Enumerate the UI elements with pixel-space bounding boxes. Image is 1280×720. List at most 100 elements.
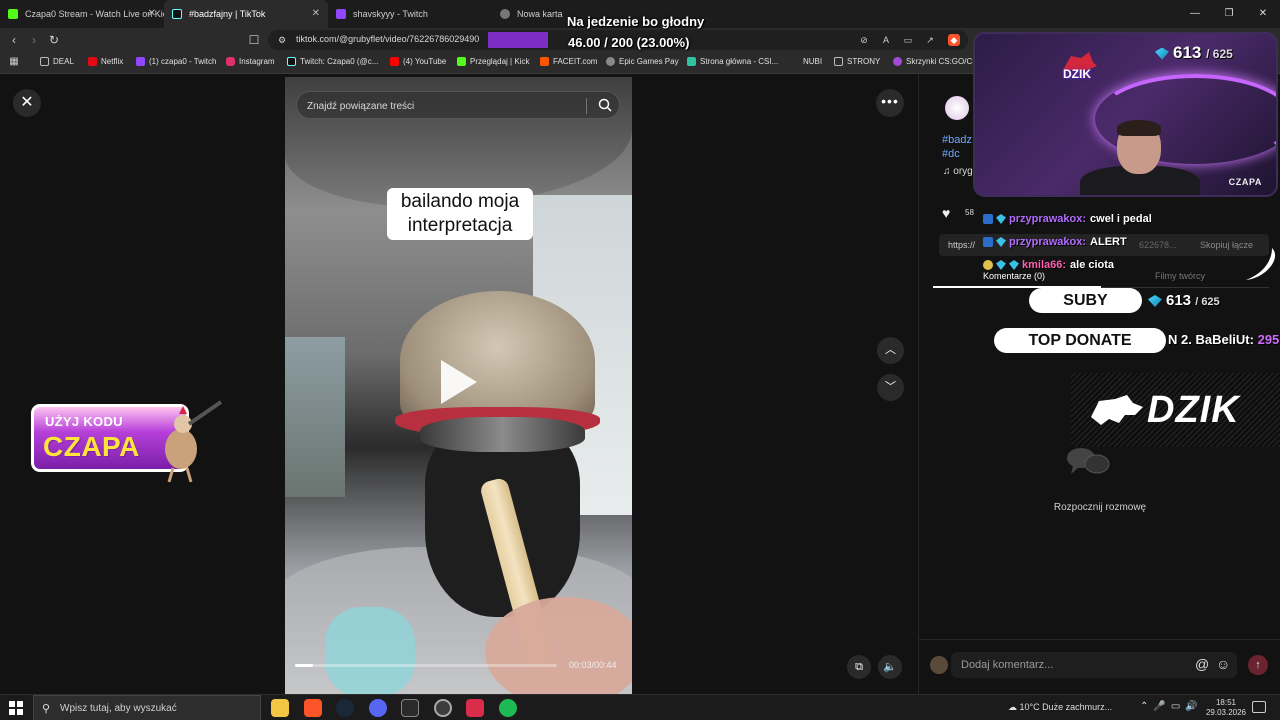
- bookmark-icon[interactable]: ☐: [246, 32, 262, 48]
- epic-games-icon[interactable]: [401, 699, 419, 717]
- windows-taskbar: ⚲ Wpisz tutaj, aby wyszukać ☁ 10°C Duże …: [0, 694, 1280, 720]
- restore-icon[interactable]: ❐: [1212, 0, 1246, 28]
- close-video-button[interactable]: ✕: [13, 89, 41, 117]
- chat-line: przyprawakox: ALERT: [983, 234, 1127, 250]
- video-time: 00:03/00:44: [569, 660, 617, 670]
- chat-user: przyprawakox:: [1009, 236, 1087, 248]
- clock-date: 29.03.2026: [1205, 708, 1247, 717]
- search-icon[interactable]: [597, 97, 613, 113]
- brave-shield-icon[interactable]: ◆: [948, 34, 960, 46]
- bookmark-nubi[interactable]: NUBI: [803, 57, 822, 66]
- pip-button[interactable]: ⧉: [847, 655, 871, 679]
- window-close-icon[interactable]: ✕: [1246, 0, 1280, 28]
- chat-message: cwel i pedal: [1090, 213, 1152, 225]
- tab-close-icon[interactable]: ✕: [148, 8, 156, 19]
- sound-label[interactable]: ♫ oryg: [943, 166, 973, 177]
- notifications-icon[interactable]: [1252, 701, 1266, 713]
- bookmark-label: FACEIT.com: [553, 57, 598, 66]
- brave-icon[interactable]: [304, 699, 322, 717]
- related-search-input[interactable]: [307, 98, 577, 114]
- volume-button[interactable]: 🔈: [878, 655, 902, 679]
- bookmark-youtube[interactable]: (4) YouTube: [390, 57, 446, 66]
- more-options-button[interactable]: •••: [876, 89, 904, 117]
- bookmark-label: NUBI: [803, 57, 823, 66]
- caption-line: interpretacja: [407, 215, 513, 236]
- minimize-icon[interactable]: —: [1178, 0, 1212, 28]
- bookmark-kick[interactable]: Przeglądaj | Kick: [457, 57, 529, 66]
- bookmark-netflix[interactable]: Netflix: [88, 57, 123, 66]
- tab-twitch[interactable]: shavskyyy - Twitch: [328, 0, 492, 28]
- twitch-icon: [136, 57, 145, 66]
- bookmark-deal[interactable]: DEAL: [40, 57, 74, 66]
- reload-icon[interactable]: ↻: [46, 32, 62, 48]
- system-tray[interactable]: ⌃🎤▭🔊: [1140, 701, 1203, 712]
- tiktok-icon: [287, 57, 296, 66]
- heart-icon[interactable]: ♥: [942, 205, 950, 221]
- tab-label: Czapa0 Stream - Watch Live on Kick: [25, 9, 164, 19]
- screen: Czapa0 Stream - Watch Live on Kick ✕ #ba…: [0, 0, 1280, 720]
- affinity-icon[interactable]: [466, 699, 484, 717]
- gem-icon: [1155, 47, 1169, 60]
- taskbar-search[interactable]: ⚲ Wpisz tutaj, aby wyszukać: [33, 695, 261, 720]
- faceit-icon: [540, 57, 549, 66]
- steam-icon[interactable]: [336, 699, 354, 717]
- folder-icon: [834, 57, 843, 66]
- site-info-icon[interactable]: ⚙: [276, 34, 288, 46]
- emoji-icon[interactable]: ☺: [1216, 656, 1230, 672]
- bookmark-tiktok[interactable]: Twitch: Czapa0 (@c...: [287, 57, 378, 66]
- next-video-button[interactable]: ﹀: [877, 374, 904, 401]
- clock[interactable]: 18:51 29.03.2026: [1204, 698, 1248, 718]
- previous-video-button[interactable]: ︿: [877, 337, 904, 364]
- hashtag[interactable]: #badz: [942, 133, 972, 147]
- gem-icon: [996, 214, 1006, 224]
- search-icon: ⚲: [42, 703, 51, 715]
- file-explorer-icon[interactable]: [271, 699, 289, 717]
- chrome-icon[interactable]: [434, 699, 452, 717]
- tab-kick[interactable]: Czapa0 Stream - Watch Live on Kick ✕: [0, 0, 164, 28]
- comment-input[interactable]: [961, 657, 1181, 673]
- bookmark-label: Instagram: [239, 57, 275, 66]
- gem-icon: [1148, 295, 1162, 308]
- discord-icon[interactable]: [369, 699, 387, 717]
- back-icon[interactable]: ‹: [6, 32, 22, 48]
- extension-icon[interactable]: ⊘: [858, 34, 870, 46]
- forward-icon[interactable]: ›: [26, 32, 42, 48]
- video-progress-fill: [295, 664, 314, 667]
- tab-close-icon[interactable]: ✕: [312, 8, 320, 19]
- bookmark-skrzynki[interactable]: Skrzynki CS:GO/CS...: [893, 57, 984, 66]
- tiktok-favicon-icon: [172, 9, 182, 19]
- bookmark-epic[interactable]: Epic Games Pay: [606, 57, 679, 66]
- badge-icon: [983, 214, 993, 224]
- translate-icon[interactable]: A: [880, 34, 892, 46]
- bookmark-csi[interactable]: Strona główna - CSI...: [687, 57, 778, 66]
- instagram-icon: [226, 57, 235, 66]
- windows-start-icon[interactable]: [9, 701, 23, 715]
- subs-goal-label: SUBY: [1029, 288, 1142, 313]
- bookmark-twitch[interactable]: (1) czapa0 - Twitch: [136, 57, 216, 66]
- bookmark-label: (4) YouTube: [403, 57, 447, 66]
- share-link-tail: 622678...: [1139, 240, 1177, 250]
- tab-creator-videos[interactable]: Filmy twórcy: [1155, 271, 1205, 281]
- bookmark-strony[interactable]: STRONY: [834, 57, 880, 66]
- mention-icon[interactable]: @: [1195, 656, 1209, 672]
- spotify-icon[interactable]: [499, 699, 517, 717]
- video-player[interactable]: bailando moja interpretacja 00:03/00:44: [285, 77, 632, 694]
- skrzynki-icon: [893, 57, 902, 66]
- play-icon[interactable]: [441, 360, 477, 404]
- apps-grid-icon[interactable]: ▦: [6, 54, 22, 70]
- creator-avatar[interactable]: [945, 96, 969, 120]
- tab-label: #badzfajny | TikTok: [189, 9, 266, 19]
- tab-label: shavskyyy - Twitch: [353, 9, 428, 19]
- cam-logo-text: DZIK: [1063, 67, 1091, 81]
- hashtag[interactable]: #dc: [942, 147, 972, 161]
- tab-tiktok[interactable]: #badzfajny | TikTok ✕: [164, 0, 328, 28]
- cast-icon[interactable]: ▭: [902, 34, 914, 46]
- bookmark-faceit[interactable]: FACEIT.com: [540, 57, 597, 66]
- share-icon[interactable]: ↗: [924, 34, 936, 46]
- send-comment-button[interactable]: ↑: [1248, 655, 1268, 675]
- bookmark-instagram[interactable]: Instagram: [226, 57, 275, 66]
- video-progress-bar[interactable]: [295, 664, 557, 667]
- video-hashtags[interactable]: #badz #dc: [942, 133, 972, 161]
- weather-widget[interactable]: ☁ 10°C Duże zachmurz...: [1008, 702, 1112, 713]
- bookmark-label: Epic Games Pay: [619, 57, 679, 66]
